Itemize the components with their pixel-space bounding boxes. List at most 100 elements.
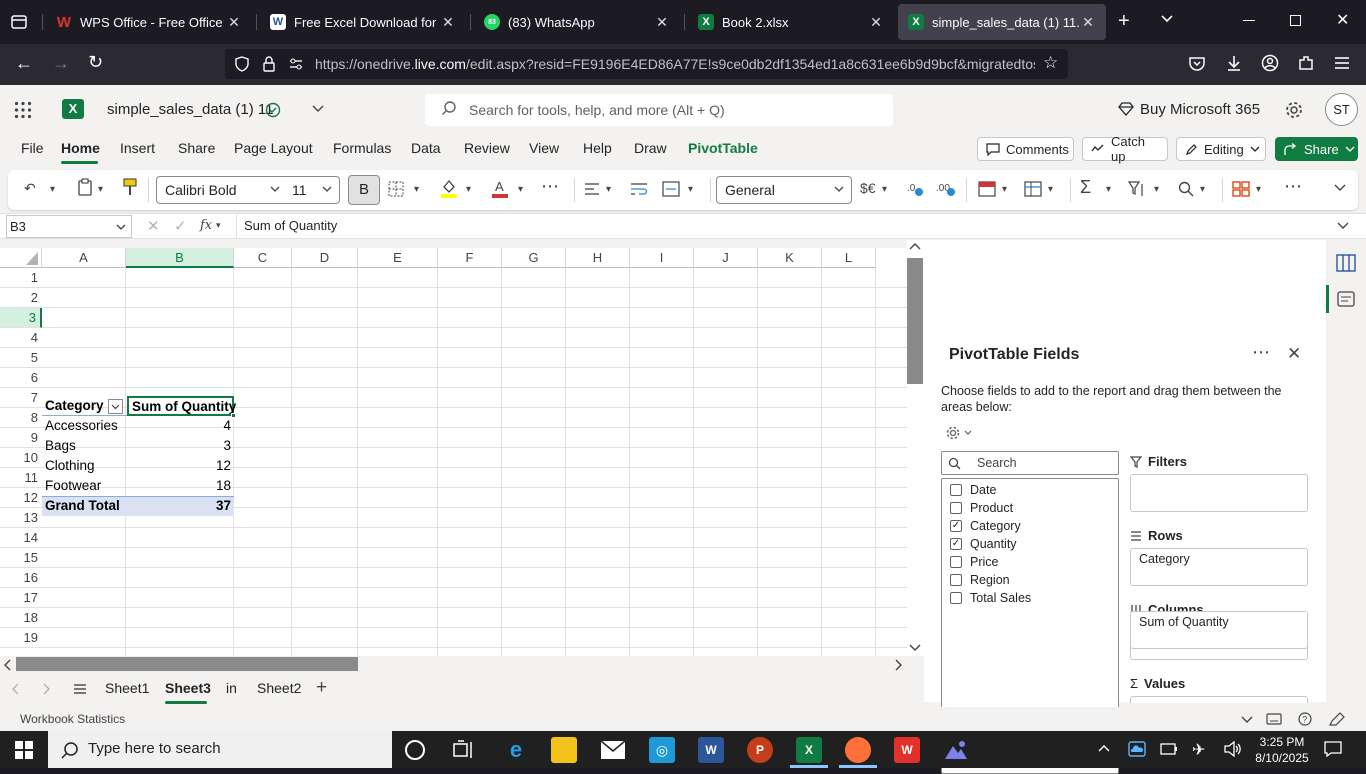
row-header-6[interactable]: 6 [0,368,42,388]
field-item-total-sales[interactable]: Total Sales [950,589,1031,607]
pivot-row-value[interactable]: 3 [127,436,234,456]
align-chevron-icon[interactable]: ▾ [606,184,611,195]
extensions-icon[interactable] [1297,54,1315,72]
expand-formula-chevron-icon[interactable] [1337,222,1349,230]
undo-icon[interactable]: ↶ [24,180,36,197]
tab-help[interactable]: Help [583,140,612,156]
pivot-row-value[interactable]: 12 [127,456,234,476]
task-view-icon[interactable] [453,740,475,760]
column-header-i[interactable]: I [630,248,694,268]
sort-filter-chevron-icon[interactable]: ▾ [1154,184,1159,195]
name-box[interactable]: B3 [6,215,132,238]
file-explorer-icon[interactable] [551,737,577,763]
checkbox-icon[interactable] [950,574,962,586]
workbook-statistics-button[interactable]: Workbook Statistics [20,712,125,726]
downloads-icon[interactable] [1225,54,1243,72]
currency-format-button[interactable]: $€ [860,180,876,196]
all-sheets-menu-icon[interactable] [73,683,87,695]
tab-page-layout[interactable]: Page Layout [234,140,313,156]
cancel-entry-icon[interactable]: ✕ [147,217,160,235]
confirm-entry-icon[interactable]: ✓ [174,217,187,235]
help-icon[interactable]: ? [1298,712,1312,726]
close-tab-icon[interactable]: ✕ [226,14,242,31]
clock[interactable]: 3:25 PM 8/10/2025 [1252,734,1312,766]
tab-formulas[interactable]: Formulas [333,140,391,156]
browser-tab-simple-sales[interactable]: X simple_sales_data (1) 11.xlsx ✕ [898,4,1106,40]
excel-icon[interactable]: X [796,737,822,763]
firefox-icon[interactable] [845,737,871,763]
align-icon[interactable] [584,182,600,196]
pane-more-options-icon[interactable]: ⋯ [1252,342,1270,363]
pivot-row-label[interactable]: Footwear [42,476,126,496]
column-header-b[interactable]: B [126,248,234,268]
increase-decimal-icon[interactable]: .00 [936,179,956,197]
volume-icon[interactable] [1224,741,1242,757]
more-font-options-icon[interactable]: ⋯ [541,176,559,197]
row-header-2[interactable]: 2 [0,288,42,308]
find-icon[interactable] [1178,181,1194,197]
checkbox-icon[interactable] [950,502,962,514]
search-input[interactable]: Search for tools, help, and more (Alt + … [425,94,893,126]
keyboard-icon[interactable] [1266,713,1282,725]
font-name-dropdown[interactable]: Calibri Bold [156,176,288,204]
pivot-row-label[interactable]: Bags [42,436,126,456]
select-all-corner[interactable] [0,248,42,268]
column-header-h[interactable]: H [566,248,630,268]
shield-icon[interactable] [234,56,250,72]
bold-button[interactable]: B [348,175,380,205]
layout-settings-gear-icon[interactable] [946,426,974,440]
taskbar-search-input[interactable]: Type here to search [48,731,392,768]
conditional-formatting-chevron-icon[interactable]: ▾ [1002,184,1007,195]
page-permissions-icon[interactable] [288,56,304,72]
rows-drop-area[interactable]: Category [1130,548,1308,586]
catch-up-button[interactable]: Catch up [1082,134,1168,164]
field-item-date[interactable]: Date [950,481,996,499]
column-header-j[interactable]: J [694,248,758,268]
close-tab-icon[interactable]: ✕ [440,14,456,31]
browser-tab-wps[interactable]: W WPS Office - Free Office Dow ✕ [46,4,252,40]
row-header-14[interactable]: 14 [0,528,42,548]
feedback-icon[interactable] [1329,712,1345,726]
worksheet-grid[interactable]: ABCDEFGHIJKL 1 2 3 4 5 6 7 8 9 10 11 12 13 14 15 16 17 18… [0,248,908,656]
add-sheet-icon[interactable]: + [316,677,327,699]
row-header-11[interactable]: 11 [0,468,42,488]
wps-office-icon[interactable]: W [894,737,920,763]
row-header-3[interactable]: 3 [0,308,42,328]
tab-overflow-chevron-icon[interactable] [1160,12,1174,26]
number-format-dropdown[interactable]: General [716,176,852,204]
filters-drop-area[interactable] [1130,474,1308,512]
column-header-e[interactable]: E [358,248,438,268]
windows-start-icon[interactable] [15,741,33,759]
format-as-table-icon[interactable] [1024,181,1042,197]
pivot-row-value[interactable]: 4 [127,416,234,436]
pivot-fields-pane-icon[interactable] [1336,254,1356,272]
pivot-row-value[interactable]: 18 [127,476,234,496]
conditional-formatting-icon[interactable] [978,181,996,197]
formula-input[interactable]: Sum of Quantity [236,214,1356,238]
row-header-13[interactable]: 13 [0,508,42,528]
powerpoint-icon[interactable]: P [747,737,773,763]
minimize-window-icon[interactable] [1243,20,1255,21]
network-airplane-icon[interactable]: ✈ [1192,740,1205,760]
row-header-18[interactable]: 18 [0,608,42,628]
edge-browser-icon[interactable]: e [503,737,529,763]
sort-filter-icon[interactable] [1128,180,1146,198]
fill-color-icon[interactable] [440,178,458,198]
tab-view[interactable]: View [529,140,559,156]
paste-chevron-icon[interactable]: ▾ [98,184,103,195]
checkbox-checked-icon[interactable]: ✓ [950,538,962,550]
sheet-tab-sheet3[interactable]: Sheet3 [165,680,211,696]
scroll-down-chevron-icon[interactable] [909,644,921,652]
app-menu-icon[interactable] [1334,56,1350,70]
column-header-k[interactable]: K [758,248,822,268]
saved-status-icon[interactable] [265,102,281,118]
restore-window-icon[interactable] [1290,15,1301,26]
autosum-chevron-icon[interactable]: ▾ [1106,184,1111,195]
avatar[interactable]: ST [1325,93,1358,126]
title-chevron-down-icon[interactable] [312,105,324,113]
tab-share[interactable]: Share [178,140,215,156]
row-header-12[interactable]: 12 [0,488,42,508]
row-header-17[interactable]: 17 [0,588,42,608]
row-header-1[interactable]: 1 [0,268,42,288]
merge-chevron-icon[interactable]: ▾ [688,184,693,195]
